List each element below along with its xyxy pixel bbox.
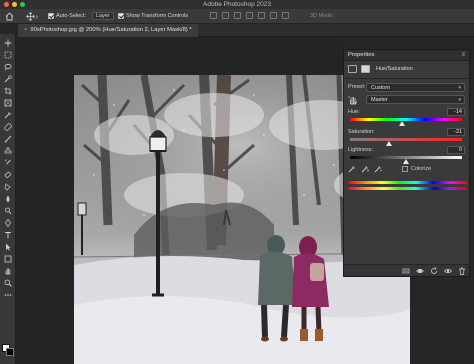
- background-color-swatch[interactable]: [6, 348, 14, 356]
- align-center-icon[interactable]: [222, 12, 229, 19]
- dodge-tool-icon[interactable]: [3, 206, 13, 215]
- align-middle-icon[interactable]: [258, 12, 265, 19]
- saturation-value-field[interactable]: -31: [447, 128, 465, 136]
- hue-value-field[interactable]: -14: [447, 108, 465, 116]
- hue-slider-track[interactable]: [350, 118, 462, 121]
- channel-dropdown[interactable]: Master ▾: [366, 95, 465, 104]
- show-transform-label: Show Transform Controls: [126, 13, 189, 19]
- lightness-label: Lightness:: [348, 147, 374, 153]
- type-tool-icon[interactable]: [3, 230, 13, 239]
- hand-icon[interactable]: [348, 95, 358, 105]
- saturation-slider-thumb[interactable]: [385, 141, 392, 146]
- eyedropper-icon[interactable]: [348, 165, 356, 173]
- preset-value: Custom: [371, 85, 390, 91]
- app-title: Adobe Photoshop 2023: [203, 1, 271, 8]
- gradient-tool-icon[interactable]: [3, 182, 13, 191]
- align-left-icon[interactable]: [210, 12, 217, 19]
- preset-label: Preset:: [348, 84, 366, 90]
- frame-tool-icon[interactable]: [3, 98, 13, 107]
- photoshop-window: Adobe Photoshop 2023 Auto-Select: Layer …: [0, 0, 474, 364]
- auto-select-target-dropdown[interactable]: Layer: [92, 12, 114, 21]
- eyedropper-plus-icon[interactable]: [361, 165, 369, 173]
- blur-tool-icon[interactable]: [3, 194, 13, 203]
- toggle-visibility-icon[interactable]: [444, 267, 452, 275]
- clip-to-layer-icon[interactable]: [402, 267, 410, 275]
- canvas-area[interactable]: [17, 37, 410, 364]
- trash-icon[interactable]: [458, 267, 466, 275]
- close-tab-icon[interactable]: ×: [24, 27, 27, 33]
- chevron-down-icon: ▾: [458, 85, 461, 91]
- align-bottom-icon[interactable]: [270, 12, 277, 19]
- align-right-icon[interactable]: [234, 12, 241, 19]
- title-bar: Adobe Photoshop 2023: [0, 0, 474, 9]
- clone-stamp-tool-icon[interactable]: [3, 146, 13, 155]
- divider: [344, 78, 469, 79]
- adjusted-color-bar: [348, 187, 467, 190]
- auto-select-label: Auto-Select:: [56, 13, 86, 19]
- colorize-checkbox[interactable]: Colorize: [402, 165, 431, 173]
- auto-select-target-value: Layer: [92, 12, 114, 20]
- path-selection-tool-icon[interactable]: [3, 242, 13, 251]
- view-previous-state-icon[interactable]: [416, 267, 424, 275]
- move-icon[interactable]: [26, 12, 38, 21]
- adjustment-icon[interactable]: [348, 65, 357, 73]
- marquee-tool-icon[interactable]: [3, 50, 13, 59]
- properties-footer: [344, 264, 469, 276]
- properties-panel-header[interactable]: Properties ≡: [344, 50, 469, 61]
- move-tool-icon[interactable]: [3, 38, 13, 47]
- hue-label: Hue:: [348, 109, 360, 115]
- auto-select-checkbox[interactable]: Auto-Select:: [48, 12, 86, 21]
- document-tab-label: 90sPhotoshop.jpg @ 200% (Hue/Saturation …: [30, 27, 192, 33]
- adjustment-layer-row: Hue/Saturation: [348, 65, 466, 74]
- 3d-mode-label: 3D Mode:: [310, 13, 334, 19]
- eraser-tool-icon[interactable]: [3, 170, 13, 179]
- properties-panel: Properties ≡ Hue/Saturation Preset: Cust…: [343, 49, 470, 277]
- preset-dropdown[interactable]: Custom ▾: [366, 83, 465, 92]
- channel-value: Master: [371, 97, 388, 103]
- source-color-bar: [348, 181, 467, 184]
- shape-tool-icon[interactable]: [3, 254, 13, 263]
- hue-slider-thumb[interactable]: [398, 121, 405, 126]
- more-tools-icon[interactable]: [3, 290, 13, 299]
- checkbox-checked-icon: [48, 12, 54, 19]
- colorize-label: Colorize: [411, 166, 432, 172]
- layer-mask-icon[interactable]: [361, 65, 370, 73]
- history-brush-tool-icon[interactable]: [3, 158, 13, 167]
- options-bar: Auto-Select: Layer Show Transform Contro…: [0, 9, 474, 24]
- document-tab[interactable]: × 90sPhotoshop.jpg @ 200% (Hue/Saturation…: [18, 24, 198, 37]
- panel-menu-icon[interactable]: ≡: [461, 50, 465, 61]
- lasso-tool-icon[interactable]: [3, 62, 13, 71]
- pen-tool-icon[interactable]: [3, 218, 13, 227]
- document-tab-bar: × 90sPhotoshop.jpg @ 200% (Hue/Saturation…: [18, 24, 474, 37]
- more-options-icon[interactable]: [282, 12, 289, 19]
- eyedropper-tool-icon[interactable]: [3, 110, 13, 119]
- home-icon[interactable]: [5, 12, 14, 21]
- saturation-slider-track[interactable]: [350, 138, 462, 141]
- show-transform-controls-checkbox[interactable]: Show Transform Controls: [118, 12, 188, 21]
- hand-tool-icon[interactable]: [3, 266, 13, 275]
- chevron-down-icon: ▾: [458, 97, 461, 103]
- lightness-slider-thumb[interactable]: [403, 159, 409, 164]
- crop-tool-icon[interactable]: [3, 86, 13, 95]
- brush-tool-icon[interactable]: [3, 134, 13, 143]
- tools-panel: [0, 34, 16, 364]
- eyedropper-minus-icon[interactable]: [374, 165, 382, 173]
- align-distribute-icons: [210, 12, 380, 21]
- healing-brush-tool-icon[interactable]: [3, 122, 13, 131]
- checkbox-unchecked-icon: [402, 165, 408, 172]
- lightness-value-field[interactable]: 0: [447, 146, 465, 154]
- saturation-label: Saturation:: [348, 129, 375, 135]
- zoom-tool-icon[interactable]: [3, 278, 13, 287]
- properties-panel-title: Properties: [348, 52, 375, 58]
- adjustment-name: Hue/Saturation: [376, 66, 413, 72]
- eyedropper-row: Colorize: [348, 165, 468, 174]
- checkbox-checked-icon: [118, 12, 124, 19]
- quick-selection-tool-icon[interactable]: [3, 74, 13, 83]
- align-top-icon[interactable]: [246, 12, 253, 19]
- reset-adjustment-icon[interactable]: [430, 267, 438, 275]
